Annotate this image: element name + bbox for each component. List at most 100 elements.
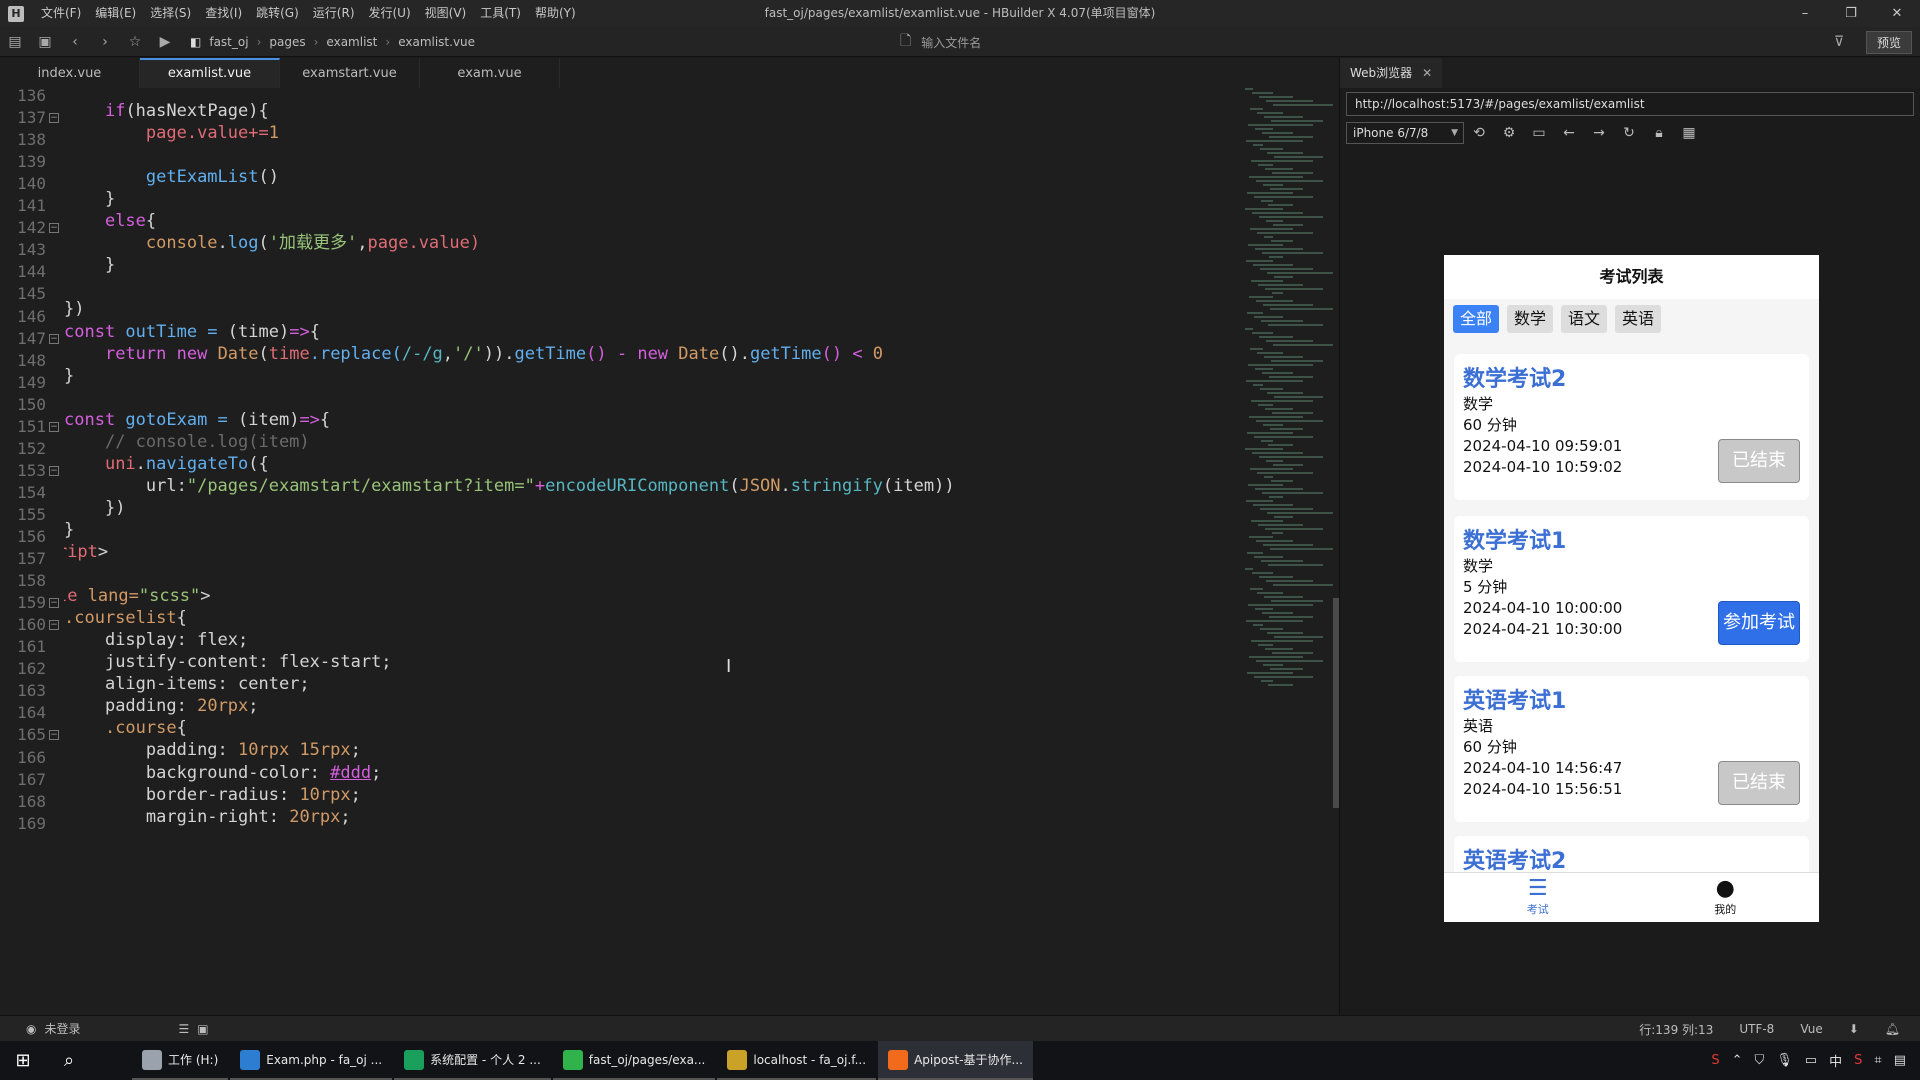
refresh-icon[interactable]: ↻ [1614,125,1644,141]
exam-card[interactable]: 数学考试1 数学 5 分钟 2024-04-10 10:00:00 2024-0… [1454,516,1809,662]
minimize-button[interactable]: – [1782,0,1828,27]
menu-edit[interactable]: 编辑(E) [88,0,143,27]
lock-icon[interactable]: 🔒︎ [1644,125,1674,141]
fold-icon[interactable]: − [49,421,59,432]
new-file-icon[interactable]: ▤ [0,27,30,57]
console-icon[interactable]: ▭ [1524,125,1554,141]
close-button[interactable]: ✕ [1874,0,1920,27]
search-icon[interactable]: ⌕ [46,1041,92,1080]
taskbar-app[interactable]: 系统配置 - 个人 2 ... [394,1041,551,1080]
tab-index-vue[interactable]: index.vue [0,58,140,88]
code-editor[interactable]: 136 137−138 139 140 141 142−143 144 145 146 147−1… [0,86,1339,1015]
code-token: script [64,542,98,562]
taskbar-app[interactable]: localhost - fa_oj.f... [717,1041,877,1080]
filter-english[interactable]: 英语 [1615,305,1662,333]
menu-select[interactable]: 选择(S) [143,0,198,27]
menu-tools[interactable]: 工具(T) [473,0,528,27]
menu-help[interactable]: 帮助(Y) [528,0,583,27]
rotate-icon[interactable]: ⟲ [1464,125,1494,141]
join-exam-button[interactable]: 参加考试 [1718,601,1800,645]
fold-icon[interactable]: − [49,465,59,476]
menu-file[interactable]: 文件(F) [34,0,88,27]
filter-icon[interactable]: ⊽ [1824,27,1854,57]
shield-icon[interactable]: ⛉ [1755,1053,1765,1068]
download-icon[interactable]: ⬇ [1849,1022,1859,1036]
qrcode-icon[interactable]: ▦ [1674,125,1704,141]
fold-icon[interactable]: − [49,223,59,234]
taskbar-app[interactable]: Exam.php - fa_oj ... [230,1041,393,1080]
forward-icon[interactable]: › [90,27,120,57]
forward-arrow-icon[interactable]: → [1584,125,1614,141]
filter-all[interactable]: 全部 [1453,305,1500,333]
tab-exam-vue[interactable]: exam.vue [420,58,560,88]
sogou-icon[interactable]: S [1854,1053,1862,1068]
device-select[interactable]: iPhone 6/7/8 ▼ [1346,122,1464,144]
settings-icon[interactable]: ⚙ [1494,125,1524,141]
tab-examstart-vue[interactable]: examstart.vue [280,58,420,88]
back-arrow-icon[interactable]: ← [1554,125,1584,141]
filter-chinese[interactable]: 语文 [1561,305,1608,333]
menu-run[interactable]: 运行(R) [306,0,362,27]
windows-start-icon[interactable]: ⊞ [0,1041,46,1080]
breadcrumb-item[interactable]: fast_oj [209,35,248,49]
display-icon[interactable]: ▭ [1805,1053,1817,1068]
mic-icon[interactable]: 🎙︎ [1776,1053,1793,1068]
menu-publish[interactable]: 发行(U) [362,0,418,27]
taskbar-app-label: localhost - fa_oj.f... [753,1052,867,1067]
menu-view[interactable]: 视图(V) [418,0,474,27]
run-icon[interactable]: ▶ [150,27,180,57]
device-select-value: iPhone 6/7/8 [1353,126,1429,140]
exam-ended-button[interactable]: 已结束 [1718,761,1800,805]
code-area[interactable]: if(hasNextPage){ page.value+=1 getExamLi… [64,88,1229,1015]
network-icon[interactable]: ⌗ [1874,1053,1881,1068]
star-icon[interactable]: ☆ [120,27,150,57]
file-encoding[interactable]: UTF-8 [1739,1022,1774,1036]
taskbar-app[interactable]: Apipost-基于协作... [878,1041,1033,1080]
login-status[interactable]: 未登录 [44,1020,80,1037]
browser-tab-label: Web浏览器 [1350,66,1413,80]
maximize-button[interactable]: ❐ [1828,0,1874,27]
filter-math[interactable]: 数学 [1507,305,1554,333]
cursor-position[interactable]: 行:139 列:13 [1639,1021,1713,1038]
exam-card[interactable]: 数学考试2 数学 60 分钟 2024-04-10 09:59:01 2024-… [1454,354,1809,500]
minimap-line [1253,264,1293,266]
back-icon[interactable]: ‹ [60,27,90,57]
input-method-label[interactable]: 中 [1829,1051,1842,1070]
browser-tab[interactable]: Web浏览器 ✕ [1340,58,1443,88]
line-number: 169 [17,813,46,833]
tab-mine[interactable]: ● 我的 [1632,873,1820,922]
fold-icon[interactable]: − [49,620,59,631]
fold-icon[interactable]: − [49,113,59,124]
file-search-placeholder[interactable]: 输入文件名 [921,34,981,51]
chevron-up-icon[interactable]: ⌃ [1732,1053,1743,1068]
terminal-icon[interactable]: ▣ [197,1022,208,1036]
breadcrumb-item[interactable]: examlist.vue [398,35,475,49]
file-language[interactable]: Vue [1800,1022,1822,1036]
fold-icon[interactable]: − [49,333,59,344]
exam-card[interactable]: 英语考试1 英语 60 分钟 2024-04-10 14:56:47 2024-… [1454,676,1809,822]
exam-ended-button[interactable]: 已结束 [1718,439,1800,483]
taskbar-app[interactable]: fast_oj/pages/exa... [552,1041,716,1080]
fold-icon[interactable]: − [49,598,59,609]
taskbar-app[interactable]: 工作 (H:) [132,1041,229,1080]
tab-exams[interactable]: ☰ 考试 [1444,873,1632,922]
preview-button[interactable]: 预览 [1865,30,1912,54]
url-input[interactable]: http://localhost:5173/#/pages/examlist/e… [1346,92,1914,116]
close-icon[interactable]: ✕ [1422,66,1432,80]
bell-icon[interactable]: 🔔︎ [1885,1022,1900,1036]
tab-examlist-vue[interactable]: examlist.vue [140,58,280,88]
exam-title: 数学考试1 [1463,529,1567,554]
file-search[interactable]: 🗋 输入文件名 [900,27,981,57]
minimap-line [1269,496,1283,498]
outline-icon[interactable]: ☰ [179,1022,190,1036]
minimap[interactable] [1235,88,1335,728]
menu-goto[interactable]: 跳转(G) [249,0,306,27]
sogou-icon[interactable]: S [1711,1053,1719,1068]
fold-icon[interactable]: − [49,730,59,741]
breadcrumb-item[interactable]: pages [269,35,305,49]
save-icon[interactable]: ▣ [30,27,60,57]
notification-icon[interactable]: ▤ [1894,1053,1906,1068]
breadcrumb-item[interactable]: examlist [326,35,377,49]
code-line-143: console.log('加载更多',page.value) [64,232,480,254]
menu-find[interactable]: 查找(I) [198,0,249,27]
